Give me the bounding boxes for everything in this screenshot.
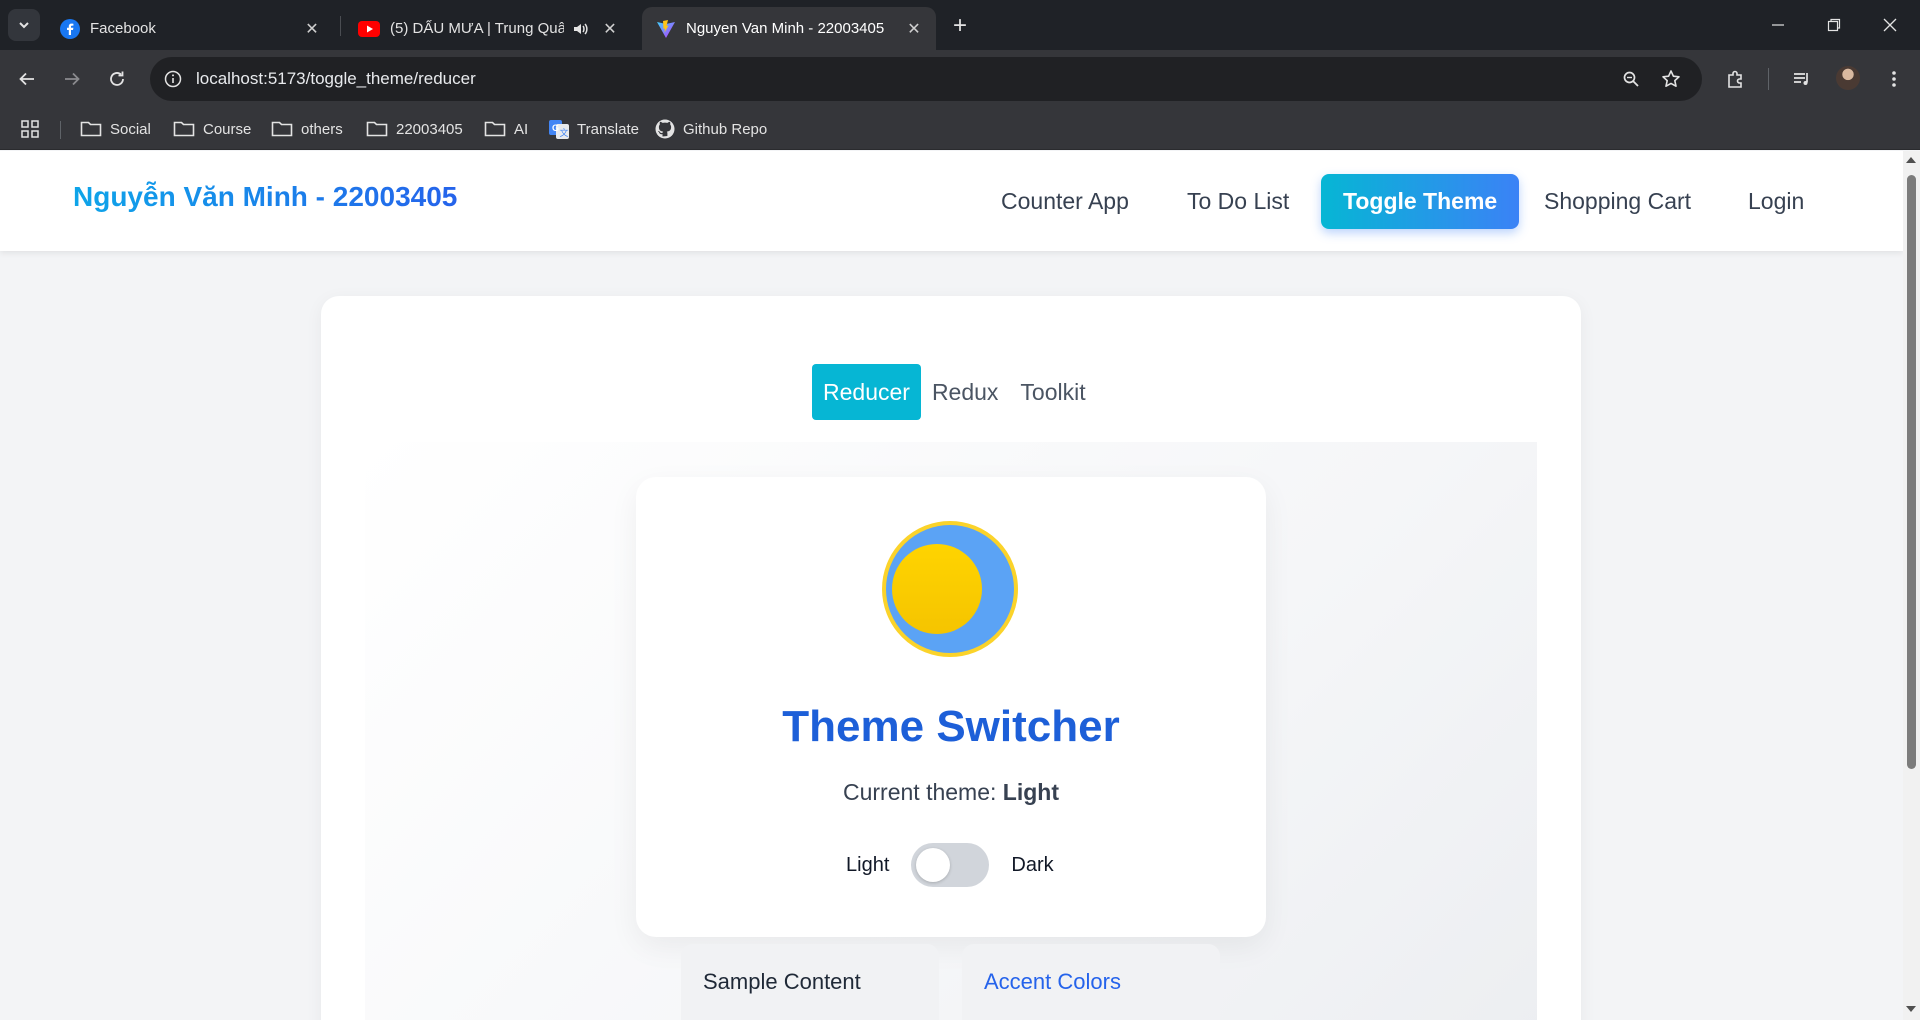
current-theme-text: Current theme: Light bbox=[636, 779, 1266, 806]
toggle-knob bbox=[916, 848, 951, 882]
nav-shopping-cart[interactable]: Shopping Cart bbox=[1544, 174, 1691, 229]
puzzle-icon bbox=[1728, 70, 1742, 88]
bookmark-course[interactable]: Course bbox=[173, 116, 251, 142]
bookmarks-bar: Social Course others 22003405 AI G文 Tran… bbox=[0, 108, 1920, 150]
apps-button[interactable] bbox=[20, 116, 40, 142]
toolbar-divider bbox=[1768, 68, 1769, 90]
subtab-toolkit[interactable]: Toolkit bbox=[1009, 364, 1096, 420]
accent-colors-title: Accent Colors bbox=[984, 969, 1121, 994]
extensions-button[interactable] bbox=[1720, 63, 1752, 95]
nav-login[interactable]: Login bbox=[1748, 174, 1804, 229]
restore-button[interactable] bbox=[1806, 0, 1862, 50]
media-control-button[interactable] bbox=[1786, 63, 1818, 95]
close-icon[interactable]: ✕ bbox=[904, 19, 924, 39]
folder-icon bbox=[484, 121, 506, 137]
reload-button[interactable] bbox=[101, 63, 133, 95]
back-button[interactable] bbox=[11, 63, 43, 95]
sample-content-card: Sample Content bbox=[681, 944, 939, 1020]
minimize-icon bbox=[1772, 24, 1784, 26]
brand-title[interactable]: Nguyễn Văn Minh - 22003405 bbox=[73, 181, 457, 213]
google-translate-icon: G文 bbox=[549, 120, 569, 139]
folder-icon bbox=[173, 121, 195, 137]
sample-content-title: Sample Content bbox=[703, 969, 861, 994]
speaker-icon[interactable] bbox=[572, 20, 590, 38]
tab-facebook[interactable]: Facebook ✕ bbox=[46, 7, 334, 50]
youtube-icon bbox=[358, 20, 380, 37]
theme-toggle-switch[interactable] bbox=[911, 843, 990, 887]
bookmark-ai[interactable]: AI bbox=[484, 116, 528, 142]
tab-search-button[interactable] bbox=[8, 9, 40, 41]
scroll-down-icon[interactable] bbox=[1906, 1006, 1916, 1012]
close-window-button[interactable] bbox=[1862, 0, 1918, 50]
minimize-button[interactable] bbox=[1750, 0, 1806, 50]
close-icon[interactable]: ✕ bbox=[600, 19, 620, 39]
scroll-up-icon[interactable] bbox=[1906, 157, 1916, 163]
tab-title: Nguyen Van Minh - 22003405 bbox=[686, 20, 885, 37]
forward-button[interactable] bbox=[56, 63, 88, 95]
address-bar[interactable]: localhost:5173/toggle_theme/reducer bbox=[150, 57, 1702, 101]
tab-title: (5) DẤU MƯA | Trung Quân bbox=[390, 20, 564, 37]
theme-switcher-card: Theme Switcher Current theme: Light Ligh… bbox=[636, 477, 1266, 937]
arrow-left-icon bbox=[19, 72, 34, 86]
app-navbar: Nguyễn Văn Minh - 22003405 Counter App T… bbox=[0, 151, 1903, 251]
bookmark-22003405[interactable]: 22003405 bbox=[366, 116, 463, 142]
svg-text:G: G bbox=[552, 123, 559, 133]
new-tab-button[interactable]: + bbox=[946, 12, 974, 40]
current-theme-value: Light bbox=[1002, 779, 1059, 805]
subtabs: Reducer Redux Toolkit bbox=[812, 364, 1097, 420]
apps-grid-icon bbox=[21, 120, 39, 138]
facebook-icon bbox=[60, 18, 80, 39]
queue-music-icon bbox=[1794, 73, 1808, 85]
tab-active[interactable]: Nguyen Van Minh - 22003405 ✕ bbox=[642, 7, 936, 50]
tab-youtube[interactable]: (5) DẤU MƯA | Trung Quân ✕ bbox=[344, 7, 632, 50]
toggle-label-light: Light bbox=[846, 853, 890, 876]
tab-strip: Facebook ✕ (5) DẤU MƯA | Trung Quân ✕ Ng… bbox=[0, 0, 1920, 50]
url-text[interactable]: localhost:5173/toggle_theme/reducer bbox=[196, 57, 476, 101]
bookmark-others[interactable]: others bbox=[271, 116, 343, 142]
close-icon bbox=[1883, 18, 1897, 32]
star-icon[interactable] bbox=[1660, 68, 1682, 90]
scrollbar-thumb[interactable] bbox=[1907, 175, 1916, 769]
theme-toggle-row: Light Dark bbox=[846, 843, 1054, 887]
restore-icon bbox=[1827, 18, 1841, 32]
zoom-icon[interactable] bbox=[1620, 68, 1642, 90]
subtab-redux[interactable]: Redux bbox=[921, 364, 1009, 420]
theme-title: Theme Switcher bbox=[782, 702, 1120, 751]
github-icon bbox=[655, 119, 675, 139]
bookmark-translate[interactable]: G文 Translate bbox=[549, 116, 639, 142]
nav-counter-app[interactable]: Counter App bbox=[1001, 174, 1129, 229]
tab-title: Facebook bbox=[90, 20, 156, 37]
menu-button[interactable] bbox=[1878, 63, 1910, 95]
vite-icon bbox=[657, 19, 675, 38]
bookmark-social[interactable]: Social bbox=[80, 116, 151, 142]
accent-colors-card: Accent Colors bbox=[962, 944, 1220, 1020]
folder-icon bbox=[271, 121, 293, 137]
browser-toolbar: localhost:5173/toggle_theme/reducer bbox=[0, 50, 1920, 108]
site-info-icon[interactable] bbox=[162, 68, 184, 90]
nav-toggle-theme[interactable]: Toggle Theme bbox=[1321, 174, 1520, 229]
page-scrollbar[interactable] bbox=[1903, 151, 1920, 1020]
profile-avatar[interactable] bbox=[1836, 66, 1860, 90]
svg-text:文: 文 bbox=[560, 127, 569, 138]
bookmark-github-repo[interactable]: Github Repo bbox=[655, 116, 767, 142]
sun-icon bbox=[882, 521, 1018, 657]
folder-icon bbox=[80, 121, 102, 137]
close-icon[interactable]: ✕ bbox=[302, 19, 322, 39]
toggle-label-dark: Dark bbox=[1011, 853, 1054, 876]
subtab-reducer[interactable]: Reducer bbox=[812, 364, 921, 420]
current-theme-label: Current theme: bbox=[843, 779, 1003, 805]
tab-divider bbox=[340, 16, 341, 36]
arrow-right-icon bbox=[65, 72, 80, 86]
chevron-down-icon bbox=[19, 22, 29, 29]
more-vertical-icon bbox=[1892, 71, 1896, 87]
nav-to-do-list[interactable]: To Do List bbox=[1187, 174, 1289, 229]
folder-icon bbox=[366, 121, 388, 137]
reload-icon bbox=[110, 71, 124, 86]
bookmarks-divider bbox=[60, 121, 61, 139]
